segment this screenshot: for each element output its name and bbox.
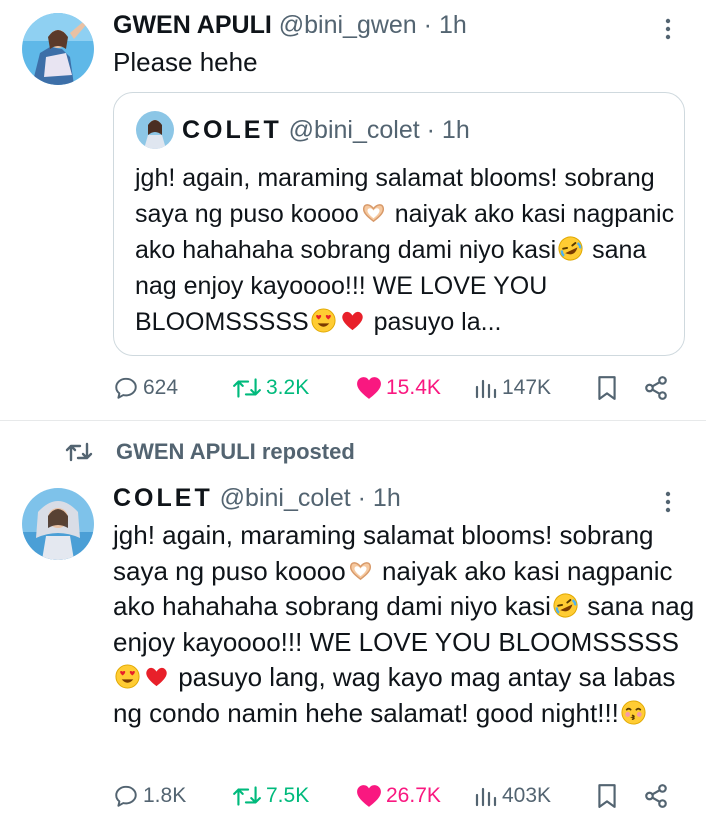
like-button[interactable]: 15.4K xyxy=(356,370,441,406)
like-count: 15.4K xyxy=(386,376,441,399)
views-icon xyxy=(475,787,497,807)
reply-button[interactable]: 624 xyxy=(113,370,178,406)
tweet-actions: 1.8K 7.5K 26.7K 403K xyxy=(113,778,685,814)
heart-eyes-emoji xyxy=(115,664,140,689)
tweet-actions: 624 3.2K 15.4K 147K xyxy=(113,370,685,406)
bookmark-button[interactable] xyxy=(596,370,618,406)
quoted-tweet[interactable]: COLET @bini_colet · 1h jgh! again, maram… xyxy=(113,92,685,356)
repost-button[interactable]: 7.5K xyxy=(232,778,309,814)
avatar-colet[interactable] xyxy=(22,488,94,560)
red-heart-emoji xyxy=(341,311,363,331)
quoted-timestamp: 1h xyxy=(441,116,470,144)
tweet-text: Please hehe xyxy=(113,47,258,77)
kissing-emoji xyxy=(621,699,646,725)
share-button[interactable] xyxy=(643,778,669,814)
repost-icon xyxy=(65,442,93,462)
views-icon xyxy=(475,379,497,399)
quoted-text: jgh! again, maraming salamat blooms! sob… xyxy=(135,164,675,336)
repost-count: 3.2K xyxy=(266,376,310,399)
tweet-text: jgh! again, maraming salamat blooms! sob… xyxy=(113,520,695,728)
author-handle[interactable]: @bini_colet xyxy=(220,484,351,512)
share-icon xyxy=(645,376,667,400)
bookmark-button[interactable] xyxy=(596,778,618,814)
quoted-header: COLET @bini_colet · 1h xyxy=(182,114,470,146)
quoted-author-name[interactable]: COLET xyxy=(182,116,282,144)
views-button[interactable]: 147K xyxy=(474,370,551,406)
repost-context[interactable]: GWEN APULI reposted xyxy=(64,437,355,467)
tweet-gwen[interactable]: GWEN APULI @bini_gwen · 1h Please hehe C… xyxy=(0,0,706,420)
tweet-header: COLET @bini_colet · 1h xyxy=(113,482,401,514)
heart-hands-emoji xyxy=(349,561,371,580)
heart-icon xyxy=(357,377,381,399)
rofl-emoji xyxy=(553,593,578,618)
repost-icon xyxy=(233,786,261,806)
rofl-emoji xyxy=(558,236,583,261)
reply-count: 1.8K xyxy=(143,784,187,807)
share-button[interactable] xyxy=(643,370,669,406)
author-name[interactable]: GWEN APULI xyxy=(113,11,272,39)
more-icon[interactable] xyxy=(656,490,680,514)
reposted-by-label: GWEN APULI reposted xyxy=(116,439,355,464)
more-icon[interactable] xyxy=(656,17,680,41)
like-button[interactable]: 26.7K xyxy=(356,778,441,814)
timestamp[interactable]: 1h xyxy=(373,484,401,512)
tweet-header: GWEN APULI @bini_gwen · 1h xyxy=(113,9,467,41)
bookmark-icon xyxy=(598,376,616,400)
separator-dot: · xyxy=(357,484,366,512)
share-icon xyxy=(645,784,667,808)
view-count: 403K xyxy=(502,784,552,807)
heart-icon xyxy=(357,785,381,807)
bookmark-icon xyxy=(598,784,616,808)
repost-button[interactable]: 3.2K xyxy=(232,370,309,406)
author-handle[interactable]: @bini_gwen xyxy=(279,11,417,39)
view-count: 147K xyxy=(502,376,552,399)
separator-dot: · xyxy=(423,11,432,39)
reply-button[interactable]: 1.8K xyxy=(113,778,186,814)
separator-dot: · xyxy=(426,116,435,144)
reply-count: 624 xyxy=(143,376,179,399)
author-name[interactable]: COLET xyxy=(113,484,213,512)
timestamp[interactable]: 1h xyxy=(439,11,467,39)
heart-hands-emoji xyxy=(362,204,384,223)
quoted-handle[interactable]: @bini_colet xyxy=(289,116,420,144)
avatar-colet-small xyxy=(136,111,174,149)
red-heart-emoji xyxy=(146,667,167,687)
views-button[interactable]: 403K xyxy=(474,778,551,814)
heart-eyes-emoji xyxy=(311,308,336,333)
reply-icon xyxy=(115,785,137,807)
repost-count: 7.5K xyxy=(266,784,310,807)
tweet-colet-repost[interactable]: GWEN APULI reposted COLET @bini_colet · … xyxy=(0,421,706,821)
like-count: 26.7K xyxy=(386,784,441,807)
repost-icon xyxy=(233,378,261,398)
reply-icon xyxy=(115,377,137,399)
avatar-gwen[interactable] xyxy=(22,13,94,85)
